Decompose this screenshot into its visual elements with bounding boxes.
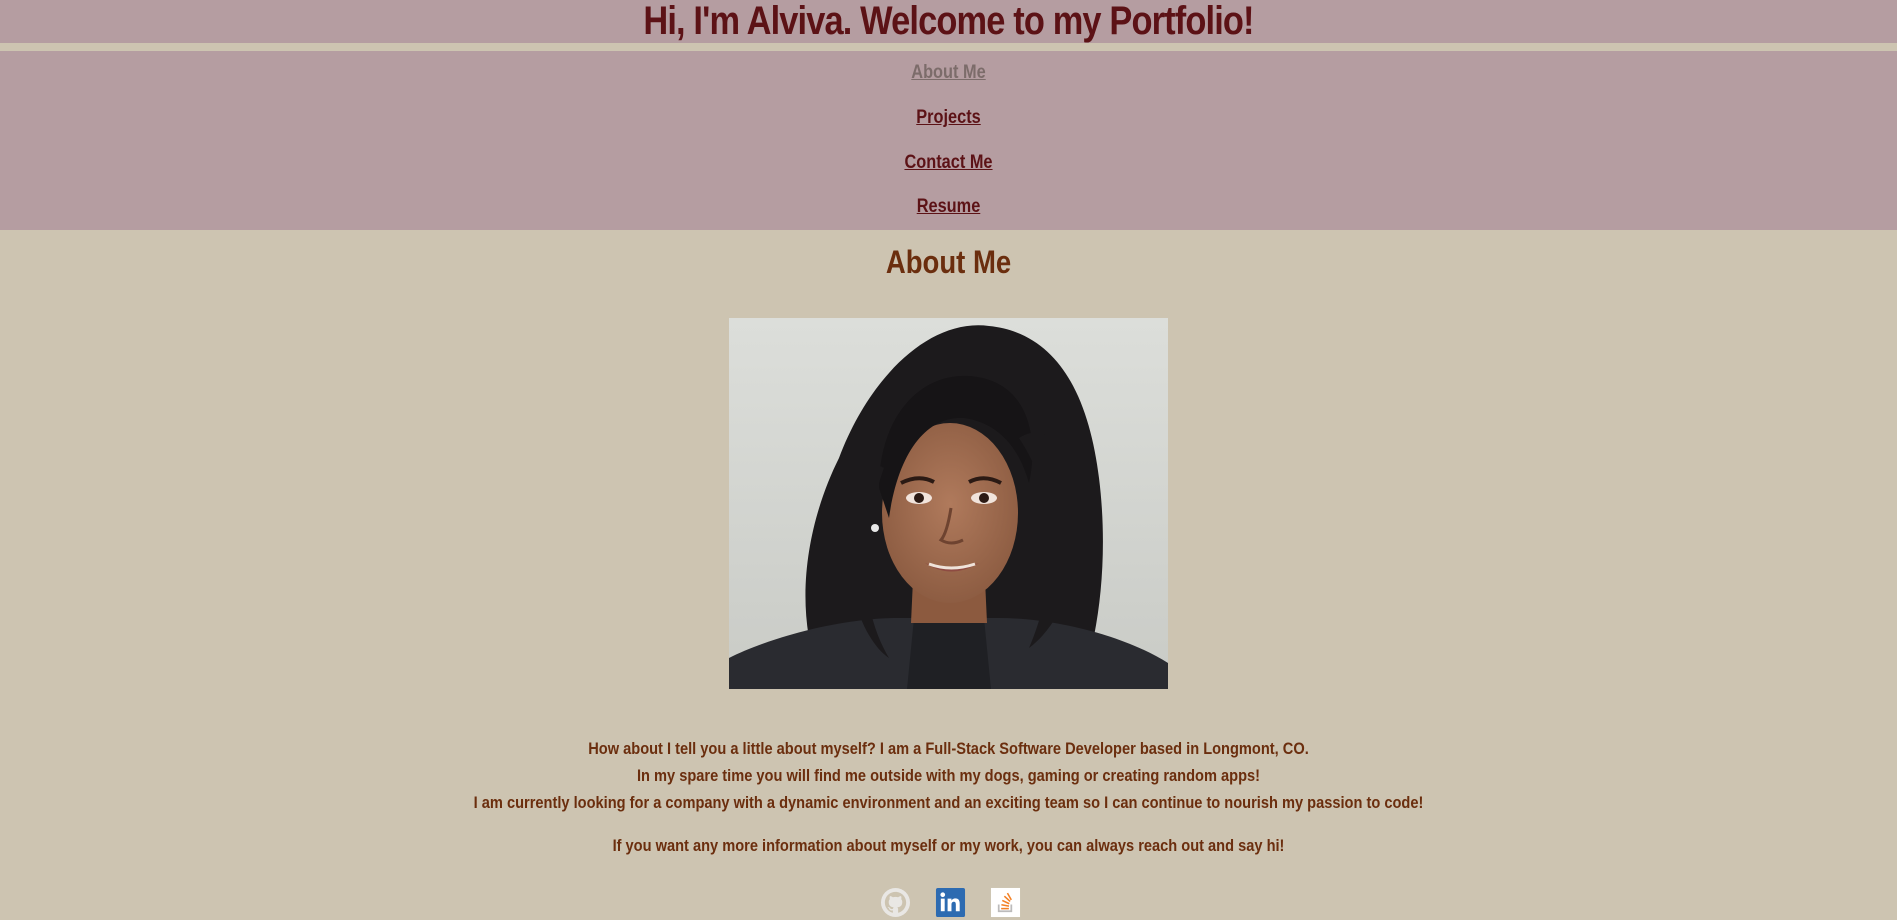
nav-link-about-me[interactable]: About Me [133, 62, 1764, 84]
nav-link-contact-me[interactable]: Contact Me [133, 152, 1764, 174]
stackoverflow-icon[interactable] [990, 887, 1021, 918]
nav-link-projects[interactable]: Projects [133, 107, 1764, 129]
about-paragraph-1: How about I tell you a little about myse… [588, 739, 1309, 758]
header-divider [0, 43, 1897, 51]
about-paragraph-4: If you want any more information about m… [612, 836, 1285, 855]
about-paragraph-2: In my spare time you will find me outsid… [636, 766, 1261, 785]
section-title: About Me [885, 244, 1012, 280]
main-nav: About Me Projects Contact Me Resume [0, 51, 1897, 230]
site-title: Hi, I'm Alviva. Welcome to my Portfolio! [643, 0, 1254, 43]
github-icon[interactable] [880, 887, 911, 918]
social-links [880, 886, 1021, 918]
linkedin-icon[interactable] [935, 887, 966, 918]
profile-photo [729, 318, 1168, 689]
nav-link-resume[interactable]: Resume [133, 196, 1764, 218]
site-header: Hi, I'm Alviva. Welcome to my Portfolio! [0, 0, 1897, 43]
page: Hi, I'm Alviva. Welcome to my Portfolio!… [0, 0, 1897, 920]
about-paragraph-3: I am currently looking for a company wit… [473, 793, 1424, 812]
